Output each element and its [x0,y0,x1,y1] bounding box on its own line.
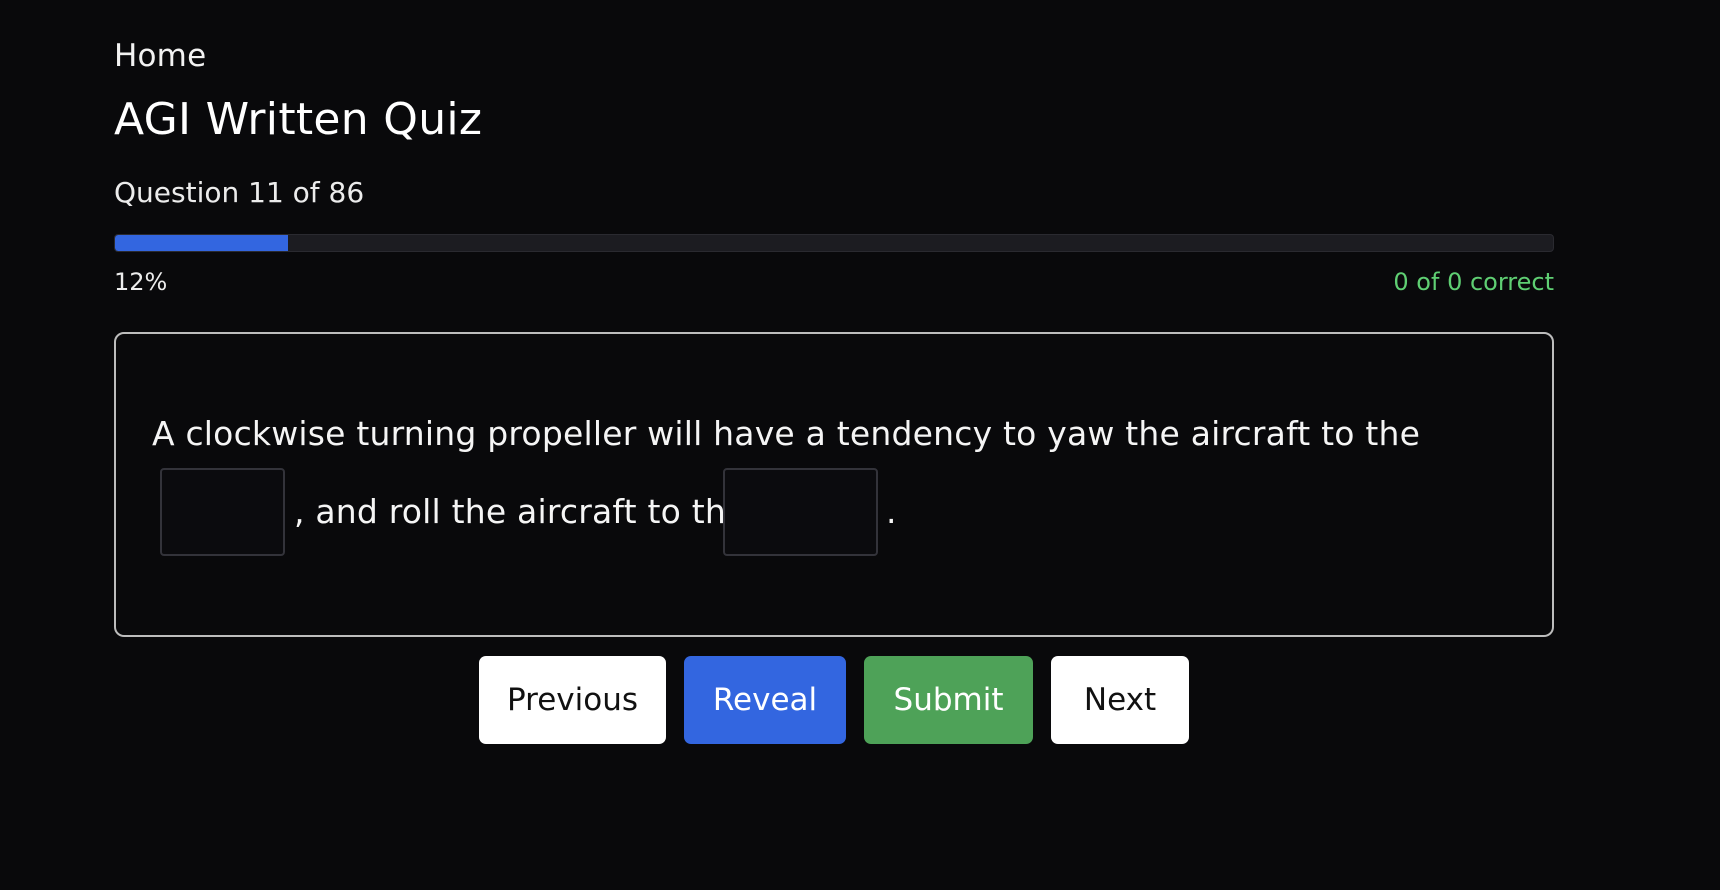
progress-bar-fill [115,235,288,251]
question-counter: Question 11 of 86 [114,176,365,209]
home-link[interactable]: Home [114,38,206,74]
next-button[interactable]: Next [1051,656,1189,744]
submit-button[interactable]: Submit [864,656,1033,744]
progress-percent: 12% [114,268,168,296]
reveal-button[interactable]: Reveal [684,656,846,744]
quiz-page: Home AGI Written Quiz Question 11 of 86 … [0,0,1720,890]
page-title: AGI Written Quiz [114,94,483,145]
question-text-part3: . [886,492,897,531]
question-text-part2: , and roll the aircraft to the [294,492,747,531]
previous-button[interactable]: Previous [479,656,666,744]
answer-blank-2-input[interactable] [723,468,878,556]
progress-bar [114,234,1554,252]
question-card: A clockwise turning propeller will have … [114,332,1554,637]
score-text: 0 of 0 correct [1393,268,1554,296]
answer-blank-1-input[interactable] [160,468,285,556]
question-text-part1: A clockwise turning propeller will have … [152,414,1421,453]
